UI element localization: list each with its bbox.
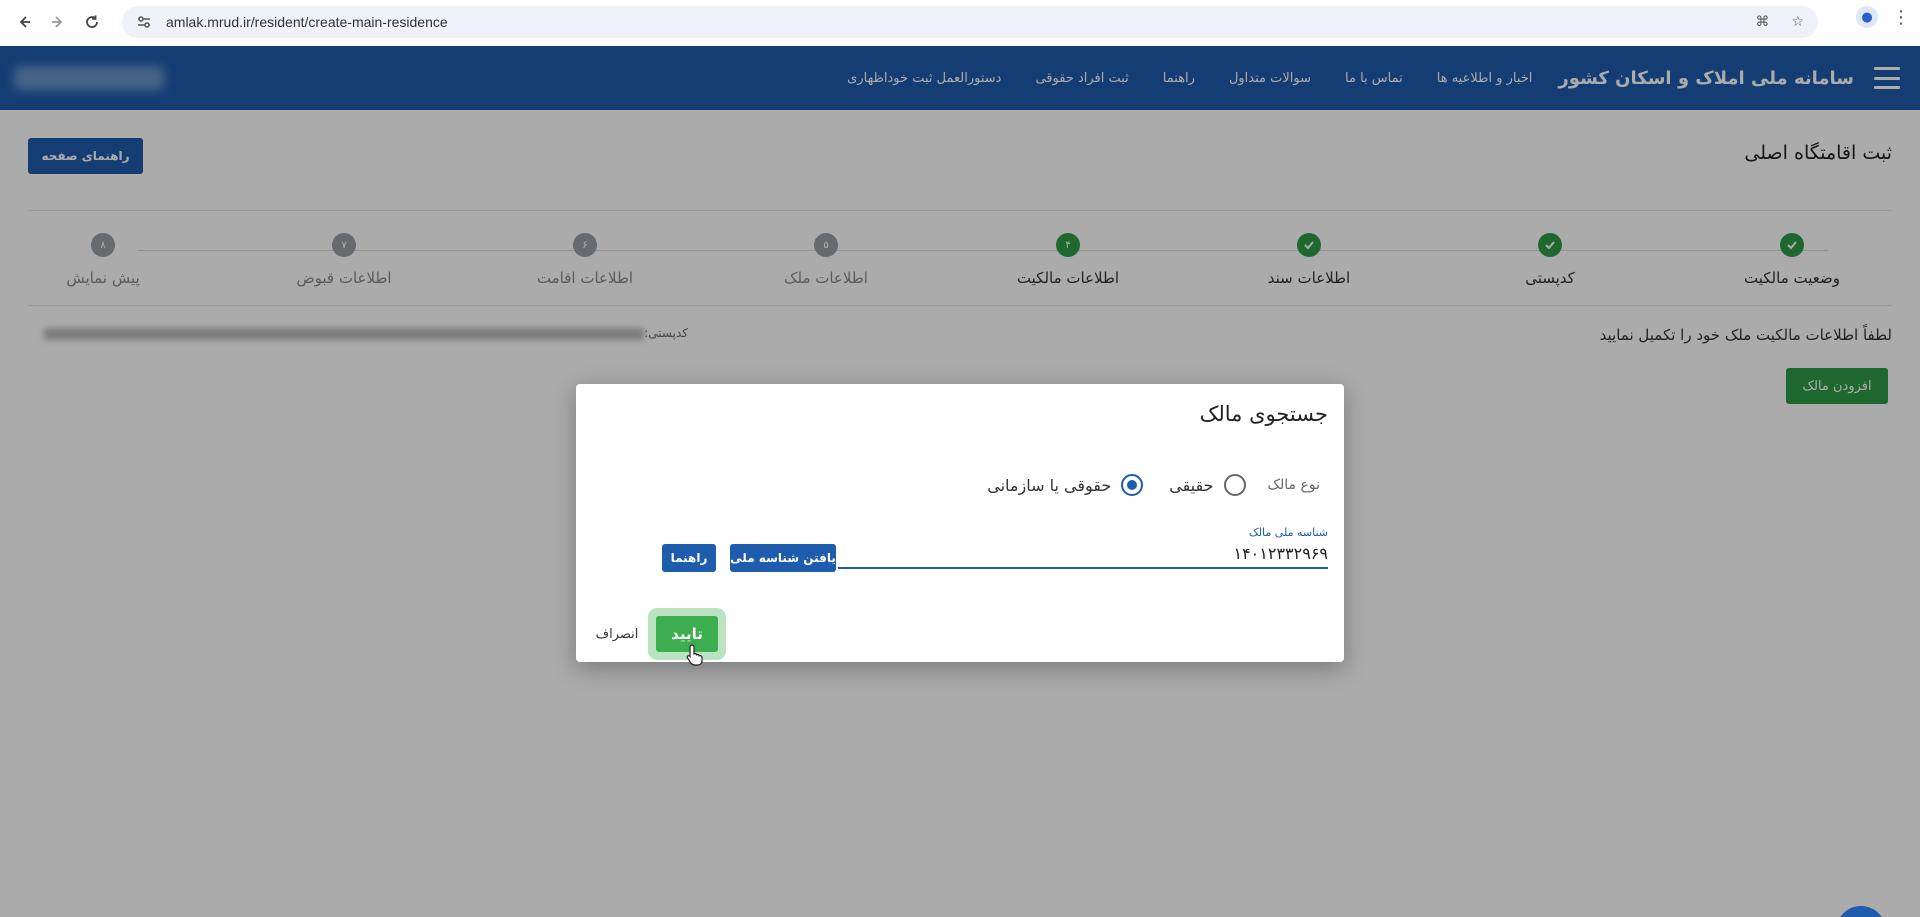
guide-button[interactable]: راهنما: [662, 544, 716, 572]
browser-toolbar: amlak.mrud.ir/resident/create-main-resid…: [0, 0, 1920, 44]
find-national-id-button[interactable]: یافتن شناسه ملی: [730, 544, 836, 572]
reload-icon[interactable]: [78, 8, 106, 36]
national-id-input[interactable]: [838, 539, 1328, 569]
hand-cursor-icon: [686, 644, 703, 666]
back-icon[interactable]: [10, 8, 38, 36]
browser-menu-icon[interactable]: ⋮: [1892, 7, 1910, 28]
profile-avatar-icon[interactable]: ●: [1856, 6, 1878, 28]
radio-natural-person-label[interactable]: حقیقی: [1169, 476, 1213, 495]
translate-icon[interactable]: ⌘: [1755, 14, 1769, 30]
owner-type-label: نوع مالک: [1267, 477, 1321, 493]
dialog-title: جستجوی مالک: [1199, 402, 1328, 426]
url-text: amlak.mrud.ir/resident/create-main-resid…: [166, 14, 448, 30]
bookmark-star-icon[interactable]: ☆: [1791, 14, 1804, 30]
address-bar[interactable]: amlak.mrud.ir/resident/create-main-resid…: [122, 6, 1818, 38]
national-id-field: شناسه ملی مالک: [838, 526, 1328, 569]
forward-icon[interactable]: [44, 8, 72, 36]
radio-legal-entity[interactable]: [1121, 474, 1144, 496]
owner-search-dialog: جستجوی مالک نوع مالک حقیقی حقوقی یا سازم…: [576, 384, 1344, 666]
cancel-button[interactable]: انصراف: [586, 616, 648, 652]
radio-natural-person[interactable]: [1223, 474, 1246, 496]
national-id-label: شناسه ملی مالک: [1248, 526, 1328, 539]
site-settings-icon[interactable]: [136, 14, 152, 30]
radio-legal-entity-label[interactable]: حقوقی یا سازمانی: [987, 476, 1111, 495]
owner-type-group: نوع مالک حقیقی حقوقی یا سازمانی: [971, 474, 1320, 496]
